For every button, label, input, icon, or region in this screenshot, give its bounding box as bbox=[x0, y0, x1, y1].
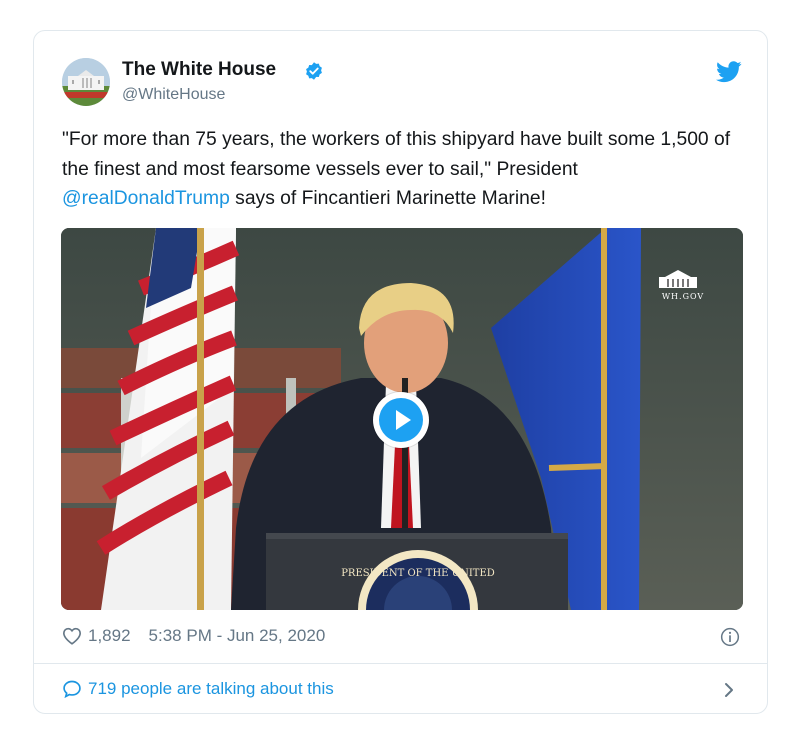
chevron-right-icon[interactable] bbox=[722, 681, 736, 699]
tweet-text-tail: says of Fincantieri Marinette Marine! bbox=[229, 188, 546, 209]
play-button[interactable] bbox=[373, 392, 429, 448]
author-name[interactable]: The White House bbox=[122, 59, 276, 81]
wh-gov-label: WH.GOV bbox=[661, 292, 705, 301]
info-icon[interactable] bbox=[720, 627, 740, 647]
divider bbox=[34, 663, 767, 664]
author-handle[interactable]: @WhiteHouse bbox=[122, 86, 225, 104]
conversation-link[interactable]: 719 people are talking about this bbox=[62, 679, 334, 699]
like-count[interactable]: 1,892 bbox=[88, 626, 131, 646]
tweet-card[interactable]: The White House @WhiteHouse "For more th… bbox=[33, 30, 768, 714]
mention-link[interactable]: @realDonaldTrump bbox=[62, 188, 230, 209]
speech-bubble-icon bbox=[63, 680, 81, 699]
presidential-seal-text: PRESIDENT OF THE UNITED bbox=[341, 568, 495, 579]
tweet-text: "For more than 75 years, the workers of … bbox=[62, 125, 742, 214]
tweet-meta: 1,892 5:38 PM - Jun 25, 2020 bbox=[62, 626, 325, 646]
tweet-timestamp[interactable]: 5:38 PM - Jun 25, 2020 bbox=[149, 626, 326, 646]
twitter-bird-icon[interactable] bbox=[716, 61, 742, 83]
play-icon bbox=[379, 398, 423, 442]
conversation-count[interactable]: 719 people are talking about this bbox=[88, 679, 334, 699]
video-player[interactable]: PRESIDENT OF THE UNITED WH.GOV bbox=[61, 228, 743, 610]
verified-badge-icon bbox=[306, 62, 322, 80]
wh-gov-watermark: WH.GOV bbox=[653, 268, 713, 301]
author-avatar[interactable] bbox=[62, 58, 110, 106]
white-house-logo-icon bbox=[659, 270, 697, 288]
tweet-text-body: "For more than 75 years, the workers of … bbox=[62, 129, 731, 180]
heart-icon[interactable] bbox=[62, 627, 82, 645]
